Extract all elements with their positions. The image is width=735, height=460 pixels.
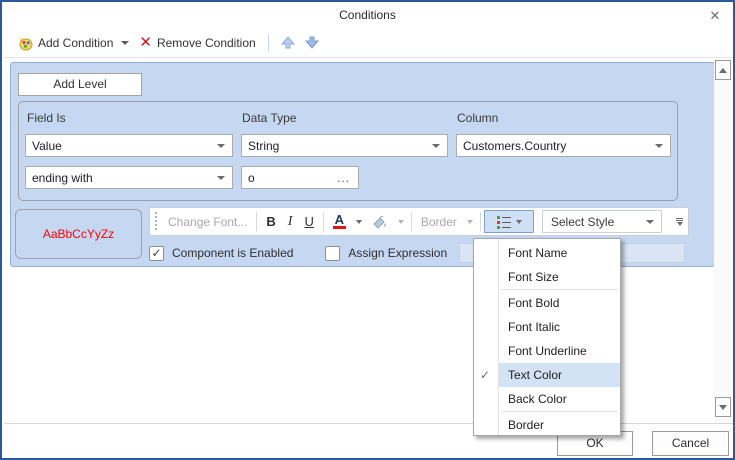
column-label: Column (457, 111, 499, 125)
scroll-up-button[interactable] (715, 60, 731, 80)
operand-value: o (248, 170, 255, 185)
toolbar-separator (267, 33, 269, 52)
conditions-list-area: Add Level Field Is Data Type Column Valu… (4, 59, 733, 436)
condition-item-panel: Add Level Field Is Data Type Column Valu… (10, 62, 715, 267)
chevron-down-icon[interactable] (645, 219, 654, 224)
back-color-button[interactable] (366, 210, 394, 233)
chevron-down-icon[interactable] (432, 143, 440, 148)
scroll-up-icon (719, 67, 727, 73)
text-color-icon: A (332, 212, 346, 229)
toolbar-grip-handle[interactable] (154, 212, 158, 231)
move-down-button[interactable] (302, 34, 322, 52)
add-condition-dropdown-icon[interactable] (121, 40, 130, 45)
data-type-label: Data Type (242, 111, 297, 125)
cancel-button[interactable]: Cancel (652, 431, 729, 456)
add-condition-icon (17, 35, 33, 51)
change-font-button[interactable]: Change Font... (162, 210, 253, 233)
dialog-title: Conditions (339, 8, 396, 22)
chevron-down-icon[interactable] (655, 143, 663, 148)
format-separator (256, 212, 258, 231)
remove-condition-icon: ✕ (139, 33, 152, 51)
format-separator (322, 212, 324, 231)
operand-value-field[interactable]: o ... (241, 166, 359, 189)
component-enabled-checkbox[interactable]: ✓ (149, 245, 164, 261)
paint-bucket-icon (372, 215, 388, 229)
underline-button[interactable]: U (298, 210, 319, 233)
menu-item-font-italic[interactable]: Font Italic (474, 315, 620, 339)
back-color-dropdown-icon[interactable] (397, 219, 404, 224)
style-components-button[interactable] (483, 210, 534, 233)
column-combobox[interactable]: Customers.Country (456, 134, 671, 157)
vertical-scrollbar[interactable] (714, 59, 732, 426)
italic-icon: I (287, 213, 293, 229)
border-dropdown-icon[interactable] (466, 219, 473, 224)
select-style-combobox[interactable]: Select Style (541, 210, 662, 233)
conditions-toolbar: Add Condition ✕ Remove Condition (4, 28, 733, 58)
operator-combobox[interactable]: ending with (25, 166, 233, 189)
style-list-icon (496, 215, 512, 229)
scroll-down-button[interactable] (715, 397, 731, 417)
format-separator (410, 212, 412, 231)
add-level-button[interactable]: Add Level (18, 73, 142, 96)
format-toolbar: Change Font... B I U A Border Select Sty… (149, 207, 689, 236)
assign-expression-checkbox[interactable] (325, 245, 341, 261)
arrow-up-icon (280, 36, 295, 49)
browse-button[interactable]: ... (337, 171, 350, 185)
remove-condition-label: Remove Condition (156, 35, 256, 50)
conditions-dialog: Conditions ✕ Add Condition ✕ Remove Cond… (0, 0, 735, 460)
field-is-value: Value (32, 138, 62, 153)
title-bar: Conditions ✕ (2, 2, 733, 28)
close-icon[interactable]: ✕ (706, 7, 724, 25)
component-enabled-label: Component is Enabled (172, 246, 294, 260)
select-style-value: Select Style (550, 214, 615, 229)
text-color-button[interactable]: A (327, 210, 352, 233)
arrow-down-icon (304, 36, 319, 49)
border-button-label: Border (420, 214, 457, 229)
chevron-down-icon[interactable] (217, 143, 225, 148)
style-components-menu: Font Name Font Size Font Bold Font Itali… (473, 238, 621, 436)
add-condition-button[interactable]: Add Condition (12, 32, 134, 54)
operator-value: ending with (32, 170, 93, 185)
field-is-label: Field Is (27, 111, 66, 125)
menu-item-font-underline[interactable]: Font Underline (474, 339, 620, 363)
menu-item-border[interactable]: Border (474, 413, 620, 437)
underline-icon: U (304, 214, 314, 229)
menu-item-text-color[interactable]: ✓ Text Color (474, 363, 620, 387)
menu-separator (501, 411, 618, 412)
bold-icon: B (266, 214, 276, 229)
italic-button[interactable]: I (282, 210, 299, 233)
data-type-combobox[interactable]: String (241, 134, 448, 157)
checkmark-icon: ✓ (151, 246, 162, 260)
column-value: Customers.Country (463, 138, 567, 153)
field-is-combobox[interactable]: Value (25, 134, 233, 157)
menu-item-font-bold[interactable]: Font Bold (474, 291, 620, 315)
move-up-button[interactable] (278, 34, 298, 52)
menu-checkmark-icon: ✓ (480, 368, 491, 382)
assign-expression-label: Assign Expression (348, 246, 448, 260)
menu-item-font-size[interactable]: Font Size (474, 265, 620, 289)
style-preview: AaBbCcYyZz (15, 209, 142, 259)
overflow-chevron-icon (676, 221, 683, 226)
menu-separator (501, 289, 618, 290)
toolbar-overflow-button[interactable] (673, 210, 686, 233)
style-components-dropdown-icon[interactable] (515, 219, 522, 224)
add-condition-label: Add Condition (38, 35, 114, 50)
menu-item-back-color[interactable]: Back Color (474, 387, 620, 411)
bold-button[interactable]: B (260, 210, 281, 233)
text-color-dropdown-icon[interactable] (355, 219, 362, 224)
condition-expression-group: Field Is Data Type Column Value String C… (18, 101, 678, 201)
chevron-down-icon[interactable] (217, 175, 225, 180)
data-type-value: String (248, 138, 280, 153)
scroll-down-icon (719, 404, 727, 410)
format-separator (479, 212, 481, 231)
dialog-footer: OK Cancel (4, 423, 733, 456)
remove-condition-button[interactable]: ✕ Remove Condition (134, 32, 260, 54)
menu-item-font-name[interactable]: Font Name (474, 241, 620, 265)
border-button[interactable]: Border (415, 210, 463, 233)
